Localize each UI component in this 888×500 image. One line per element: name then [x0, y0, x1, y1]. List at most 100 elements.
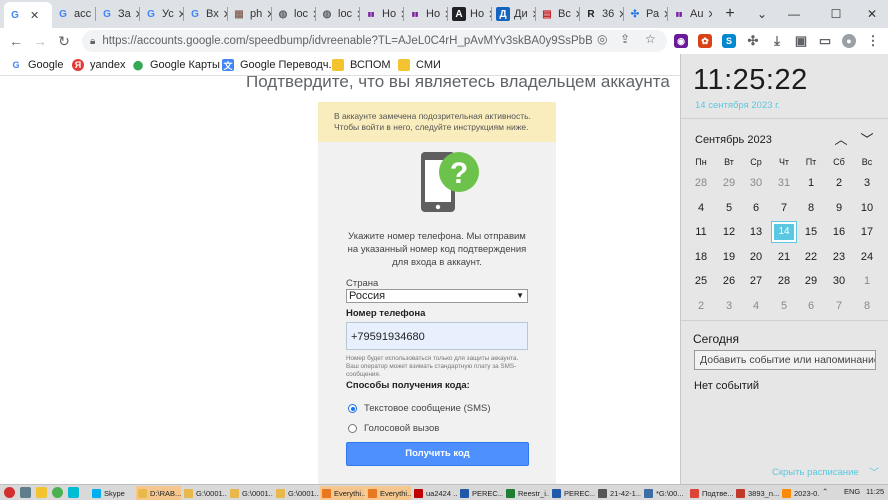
- calendar-day[interactable]: 31: [772, 173, 796, 193]
- calendar-day[interactable]: 8: [855, 296, 879, 316]
- calendar-day[interactable]: 9: [827, 198, 851, 218]
- forward-button[interactable]: →: [30, 31, 50, 51]
- tab-7[interactable]: ◍loc✕: [316, 3, 360, 25]
- calendar-day[interactable]: 3: [855, 173, 879, 193]
- calendar-day[interactable]: 5: [772, 296, 796, 316]
- minimize-button[interactable]: —: [778, 0, 810, 28]
- calendar-day[interactable]: 4: [689, 198, 713, 218]
- calendar-day[interactable]: 25: [689, 271, 713, 291]
- taskbar-item-15[interactable]: 2023-0...: [780, 486, 820, 500]
- tab-6[interactable]: ◍loc✕: [272, 3, 316, 25]
- sidebar-icon[interactable]: ▣: [794, 33, 808, 48]
- chevron-down-icon[interactable]: ﹀: [869, 464, 879, 479]
- taskbar-item-13[interactable]: Подтве...: [688, 486, 733, 500]
- tab-14[interactable]: ✣ Ра ✕: [624, 3, 668, 25]
- tab-15[interactable]: ▮▮ Au✕: [668, 3, 712, 25]
- calendar-day[interactable]: 28: [689, 173, 713, 193]
- prev-month-button[interactable]: ︿: [831, 129, 851, 147]
- taskbar-item-9[interactable]: Reestr_i...: [504, 486, 549, 500]
- month-title[interactable]: Сентябрь 2023: [695, 134, 772, 146]
- calendar-day[interactable]: 19: [717, 247, 741, 267]
- puzzle-icon[interactable]: ✣: [746, 33, 760, 48]
- add-event-input[interactable]: Добавить событие или напоминание: [694, 350, 876, 370]
- new-tab-button[interactable]: +: [714, 0, 746, 28]
- chrome-icon[interactable]: [52, 487, 63, 498]
- calendar-day[interactable]: 27: [744, 271, 768, 291]
- tab-8[interactable]: ▮▮Но✕: [360, 3, 404, 25]
- explorer-icon[interactable]: [36, 487, 47, 498]
- calendar-day[interactable]: 6: [744, 198, 768, 218]
- extension-icon[interactable]: ◉: [674, 34, 688, 48]
- tab-5[interactable]: ▦ ph ✕: [228, 3, 272, 25]
- calendar-day[interactable]: 8: [799, 198, 823, 218]
- calendar-day[interactable]: 6: [799, 296, 823, 316]
- tab-12[interactable]: ▤ Вс ✕: [536, 3, 580, 25]
- taskbar-item-8[interactable]: PEREC...: [458, 486, 503, 500]
- calendar-day[interactable]: 16: [827, 222, 851, 242]
- calendar-day[interactable]: 2: [827, 173, 851, 193]
- opera-icon[interactable]: [4, 487, 15, 498]
- bookmark-google-translate[interactable]: 文 Google Переводч...: [222, 57, 338, 73]
- date-link[interactable]: 14 сентября 2023 г.: [695, 100, 780, 111]
- calendar-day[interactable]: 4: [744, 296, 768, 316]
- taskbar-item-10[interactable]: PEREC...: [550, 486, 595, 500]
- taskbar-item-12[interactable]: *G:\00...: [642, 486, 687, 500]
- calendar-day[interactable]: 18: [689, 247, 713, 267]
- calendar-day[interactable]: 7: [772, 198, 796, 218]
- tab-11[interactable]: ДДи✕: [492, 3, 536, 25]
- bookmark-folder-vspom[interactable]: ВСПОМ: [332, 57, 391, 73]
- calendar-day[interactable]: 21: [772, 247, 796, 267]
- calendar-day[interactable]: 30: [827, 271, 851, 291]
- hide-schedule-link[interactable]: Скрыть расписание: [772, 467, 859, 478]
- close-tab-icon[interactable]: ✕: [707, 8, 712, 21]
- calendar-day[interactable]: 12: [717, 222, 741, 242]
- calendar-day[interactable]: 13: [744, 222, 768, 242]
- tab-9[interactable]: ▮▮Но✕: [404, 3, 448, 25]
- taskbar-clock[interactable]: 11:25: [866, 487, 884, 496]
- language-indicator[interactable]: ENG: [844, 487, 860, 496]
- calendar-day[interactable]: 17: [855, 222, 879, 242]
- tray-icon[interactable]: ⌃: [822, 487, 828, 496]
- get-code-button[interactable]: Получить код: [346, 442, 529, 466]
- taskbar-item-11[interactable]: 21-42-1...: [596, 486, 641, 500]
- share-icon[interactable]: ⇪: [620, 32, 630, 46]
- calendar-day[interactable]: 24: [855, 247, 879, 267]
- reload-button[interactable]: ↻: [54, 31, 74, 51]
- tab-2[interactable]: G За ✕: [96, 3, 140, 25]
- calendar-day[interactable]: 10: [855, 198, 879, 218]
- method-call-option[interactable]: Голосовой вызов: [348, 423, 439, 434]
- tab-4[interactable]: G Вх ✕: [184, 3, 228, 25]
- radio-unchecked-icon[interactable]: [348, 424, 357, 433]
- tab-search-button[interactable]: ⌄: [746, 0, 778, 28]
- tab-0[interactable]: G ✕: [4, 2, 52, 28]
- taskbar-item-6[interactable]: Everythi...: [366, 486, 411, 500]
- extension-icon[interactable]: ✿: [698, 34, 712, 48]
- taskbar-item-4[interactable]: G:\0001...: [274, 486, 319, 500]
- download-icon[interactable]: ⤓: [770, 33, 784, 48]
- app-icon[interactable]: [20, 487, 31, 498]
- avatar[interactable]: ●: [842, 34, 856, 48]
- menu-icon[interactable]: ⋮: [866, 33, 880, 48]
- calendar-day[interactable]: 1: [855, 271, 879, 291]
- taskbar-item-3[interactable]: G:\0001...: [228, 486, 273, 500]
- calendar-day[interactable]: 15: [799, 222, 823, 242]
- calendar-day[interactable]: 20: [744, 247, 768, 267]
- taskbar-item-5[interactable]: Everythi...: [320, 486, 365, 500]
- calendar-day-today[interactable]: 14: [771, 221, 797, 244]
- calendar-day[interactable]: 3: [717, 296, 741, 316]
- phone-input[interactable]: +79591934680: [346, 322, 528, 350]
- calendar-day[interactable]: 22: [799, 247, 823, 267]
- tab-3[interactable]: G Ус ✕: [140, 3, 184, 25]
- calendar-day[interactable]: 28: [772, 271, 796, 291]
- app-icon[interactable]: [68, 487, 79, 498]
- bookmark-folder-smi[interactable]: СМИ: [398, 57, 441, 73]
- maximize-button[interactable]: ☐: [820, 0, 852, 28]
- close-tab-icon[interactable]: ✕: [30, 9, 39, 22]
- bookmark-google[interactable]: G Google: [10, 57, 63, 73]
- tab-list-icon[interactable]: ▭: [818, 33, 832, 48]
- calendar-day[interactable]: 29: [717, 173, 741, 193]
- bookmark-google-maps[interactable]: ⬤ Google Карты: [132, 57, 220, 73]
- extension-icon[interactable]: S: [722, 34, 736, 48]
- radio-checked-icon[interactable]: [348, 404, 357, 413]
- method-sms-option[interactable]: Текстовое сообщение (SMS): [348, 403, 491, 414]
